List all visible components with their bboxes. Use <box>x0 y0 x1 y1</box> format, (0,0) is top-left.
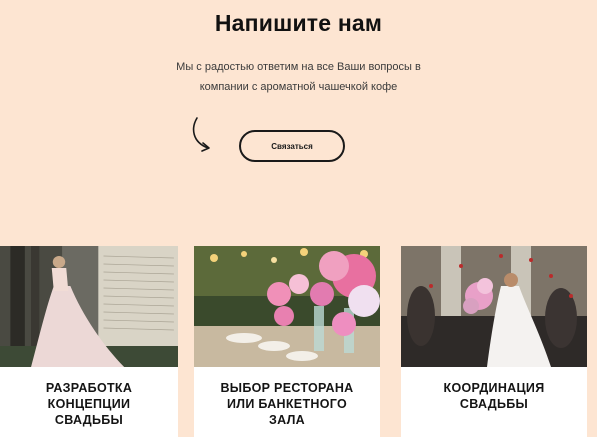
contact-button[interactable]: Связаться <box>239 130 345 162</box>
contact-text-line: Мы с радостью ответим на все Ваши вопрос… <box>176 61 421 73</box>
contact-section: Напишите нам Мы с радостью ответим на вс… <box>0 0 597 246</box>
service-title-line: КОНЦЕПЦИИ <box>47 397 131 411</box>
contact-description: Мы с радостью ответим на все Ваши вопрос… <box>0 57 597 97</box>
service-title-line: ВЫБОР РЕСТОРАНА <box>220 381 354 395</box>
service-card-title: ВЫБОР РЕСТОРАНА ИЛИ БАНКЕТНОГО ЗАЛА <box>200 380 374 428</box>
service-card-title: РАЗРАБОТКА КОНЦЕПЦИИ СВАДЬБЫ <box>6 380 172 428</box>
service-title-line: ИЛИ БАНКЕТНОГО <box>227 397 347 411</box>
service-title-line: КООРДИНАЦИЯ <box>443 381 545 395</box>
service-title-line: ЗАЛА <box>268 413 305 427</box>
bride-forest-photo <box>0 246 178 367</box>
service-card-coordination[interactable]: КООРДИНАЦИЯ СВАДЬБЫ <box>401 246 587 437</box>
wedding-couple-photo <box>401 246 587 367</box>
curved-arrow-icon <box>192 117 210 152</box>
banquet-table-photo <box>194 246 380 367</box>
service-card-venue[interactable]: ВЫБОР РЕСТОРАНА ИЛИ БАНКЕТНОГО ЗАЛА <box>194 246 380 437</box>
services-section: РАЗРАБОТКА КОНЦЕПЦИИ СВАДЬБЫ ВЫБОР РЕСТО… <box>0 246 597 437</box>
contact-text-line: компании с ароматной чашечкой кофе <box>199 81 398 93</box>
contact-title: Напишите нам <box>214 10 383 36</box>
service-title-line: СВАДЬБЫ <box>459 397 529 411</box>
service-card-title: КООРДИНАЦИЯ СВАДЬБЫ <box>407 380 581 412</box>
service-title-line: СВАДЬБЫ <box>54 413 124 427</box>
service-title-line: РАЗРАБОТКА <box>45 381 133 395</box>
service-card-concept[interactable]: РАЗРАБОТКА КОНЦЕПЦИИ СВАДЬБЫ <box>0 246 178 437</box>
